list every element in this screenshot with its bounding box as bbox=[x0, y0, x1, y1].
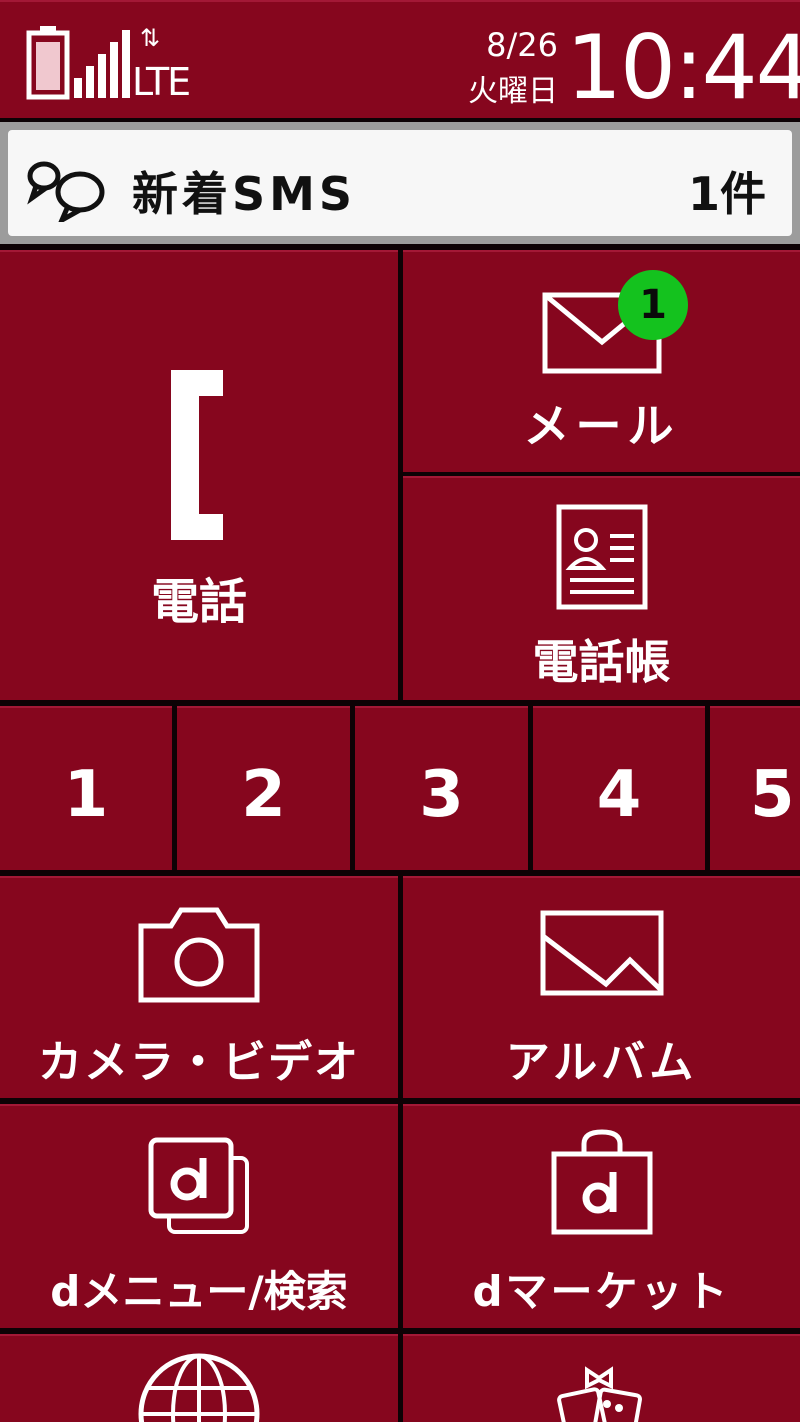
chat-bubbles-icon bbox=[27, 161, 105, 222]
signal-strength-icon bbox=[74, 30, 130, 98]
sms-notification[interactable]: 新着SMS 1件 bbox=[0, 122, 800, 244]
speed-dial-number: 5 bbox=[750, 758, 795, 832]
speed-dial-number: 3 bbox=[419, 758, 464, 832]
globe-icon bbox=[138, 1353, 260, 1422]
clock: 10:44 bbox=[566, 16, 800, 119]
dmenu-search-label: dメニュー/検索 bbox=[50, 1267, 348, 1316]
camera-video-tile[interactable]: カメラ・ビデオ bbox=[0, 876, 398, 1098]
battery-icon bbox=[26, 26, 70, 100]
speed-dial-number: 1 bbox=[63, 758, 109, 832]
unread-mail-badge: 1 bbox=[618, 270, 688, 340]
mail-label: メール bbox=[523, 399, 680, 453]
data-transfer-icon: ⇅ bbox=[140, 24, 161, 52]
phone-label: 電話 bbox=[150, 574, 247, 630]
camera-icon bbox=[138, 907, 260, 1003]
contacts-icon bbox=[556, 504, 647, 610]
phone-tile[interactable]: 電話 bbox=[0, 250, 398, 700]
camera-video-label: カメラ・ビデオ bbox=[38, 1037, 360, 1088]
album-tile[interactable]: アルバム bbox=[403, 876, 800, 1098]
dmenu-icon bbox=[148, 1137, 249, 1234]
album-label: アルバム bbox=[505, 1037, 698, 1088]
contacts-tile[interactable]: 電話帳 bbox=[403, 476, 800, 700]
speed-dial-2[interactable]: 2 bbox=[177, 706, 350, 870]
dmarket-label: dマーケット bbox=[472, 1267, 731, 1316]
speed-dial-5[interactable]: 5 bbox=[710, 706, 800, 870]
date: 8/26 bbox=[486, 26, 558, 64]
dmenu-search-tile[interactable]: dメニュー/検索 bbox=[0, 1104, 398, 1328]
network-type: LTE bbox=[132, 60, 191, 104]
contacts-label: 電話帳 bbox=[532, 635, 671, 689]
status-bar: ⇅ LTE 8/26 火曜日 10:44 bbox=[0, 0, 800, 119]
shopping-bag-icon bbox=[551, 1129, 652, 1235]
entertainment-tile[interactable] bbox=[403, 1334, 800, 1422]
mail-tile[interactable]: 1 メール bbox=[403, 250, 800, 472]
browser-tile[interactable] bbox=[0, 1334, 398, 1422]
phone-icon bbox=[171, 370, 223, 540]
picture-icon bbox=[540, 910, 663, 996]
sms-notification-panel: 新着SMS 1件 bbox=[8, 130, 792, 236]
weekday: 火曜日 bbox=[468, 74, 558, 109]
speed-dial-number: 2 bbox=[241, 758, 286, 832]
speed-dial-4[interactable]: 4 bbox=[533, 706, 705, 870]
home-screen: ⇅ LTE 8/26 火曜日 10:44 新着SMS 1件 電話 1 メール 電… bbox=[0, 0, 800, 1422]
ticket-icon bbox=[556, 1366, 642, 1422]
dmarket-tile[interactable]: dマーケット bbox=[403, 1104, 800, 1328]
notification-title: 新着SMS bbox=[132, 167, 357, 221]
speed-dial-number: 4 bbox=[596, 758, 642, 832]
notification-count: 1件 bbox=[687, 167, 766, 221]
speed-dial-3[interactable]: 3 bbox=[355, 706, 528, 870]
speed-dial-1[interactable]: 1 bbox=[0, 706, 172, 870]
